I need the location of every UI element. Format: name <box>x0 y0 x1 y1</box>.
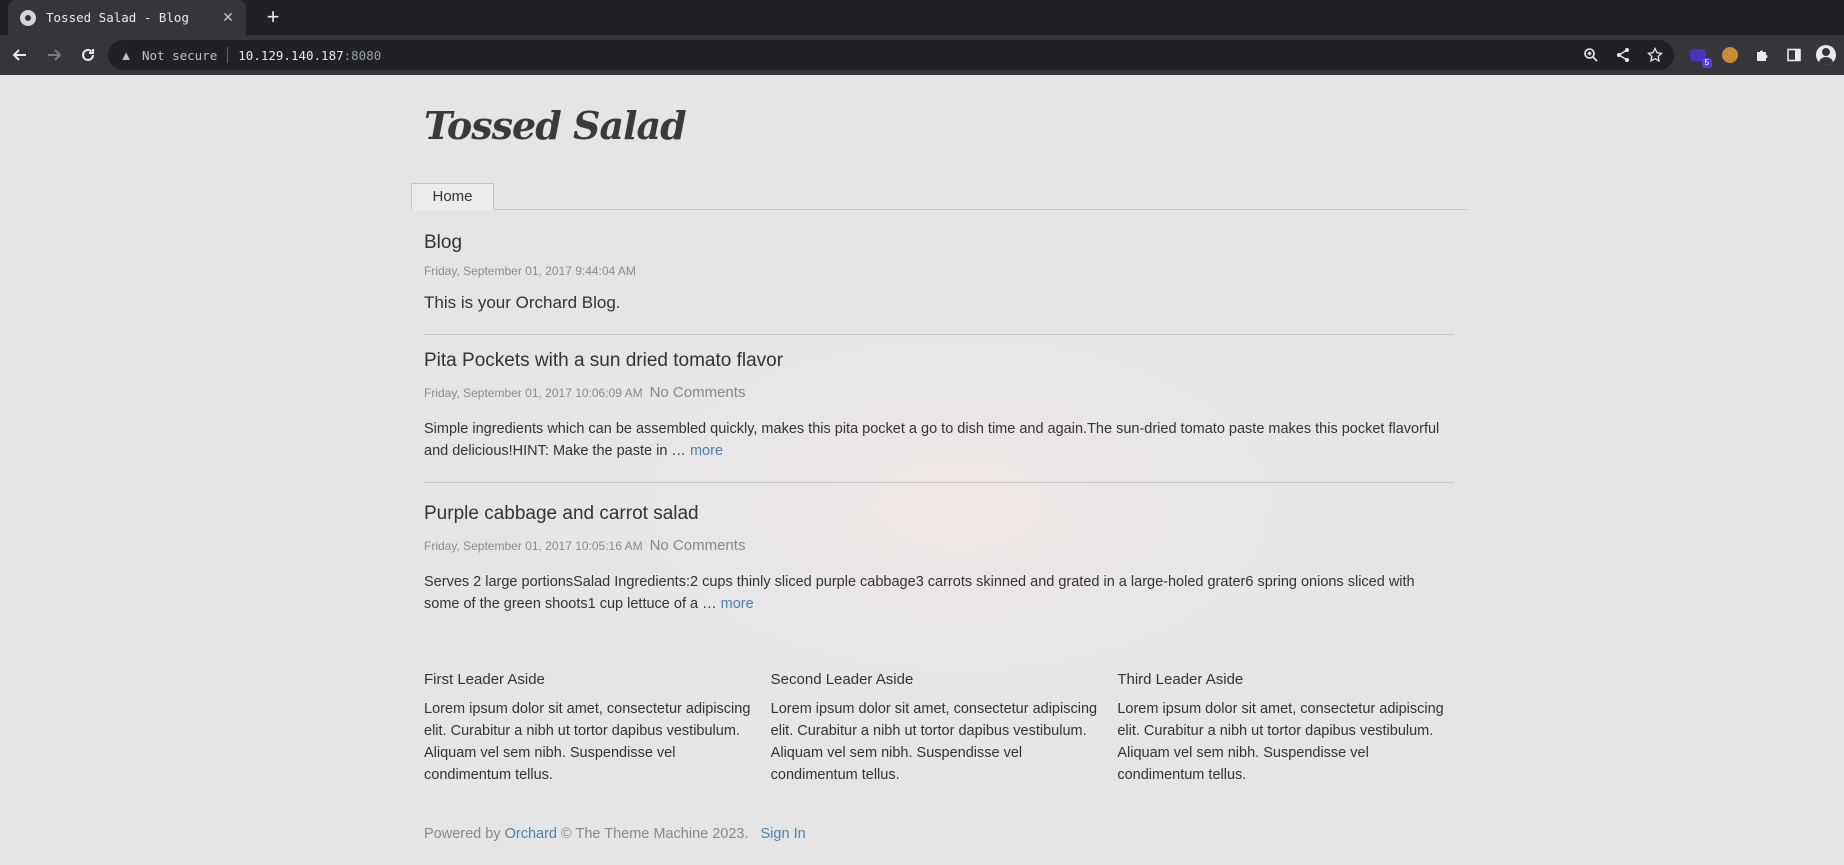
aside-title: Second Leader Aside <box>770 671 914 688</box>
aside-title: First Leader Aside <box>424 671 545 688</box>
aside-body: Lorem ipsum dolor sit amet, consectetur … <box>770 701 1098 783</box>
new-tab-button[interactable]: + <box>259 4 287 32</box>
omnibox-divider <box>227 47 229 63</box>
tab-title: Tossed Salad - Blog <box>46 10 189 25</box>
post-comments: No Comments <box>649 384 746 401</box>
extension-badge: 5 <box>1701 58 1712 68</box>
star-icon[interactable] <box>1646 46 1664 64</box>
leader-asides: First Leader Aside Lorem ipsum dolor sit… <box>424 671 1464 786</box>
post-divider <box>424 482 1454 483</box>
page-viewport: Tossed Salad Home Blog Friday, September… <box>0 75 1844 865</box>
close-tab-icon[interactable]: ✕ <box>220 9 236 26</box>
post-comments: No Comments <box>649 537 746 554</box>
blog-title: Blog <box>424 232 463 253</box>
omnibox-actions <box>1582 40 1664 70</box>
share-icon[interactable] <box>1614 46 1632 64</box>
sign-in-link[interactable]: Sign In <box>761 826 806 842</box>
not-secure-label[interactable]: Not secure <box>142 48 217 63</box>
side-panel-icon[interactable] <box>1784 45 1804 65</box>
post-meta: Friday, September 01, 2017 10:05:16 AM N… <box>424 537 1454 554</box>
arrow-right-icon <box>48 49 62 61</box>
blog-description: This is your Orchard Blog. <box>424 293 621 312</box>
browser-tab-strip: Tossed Salad - Blog ✕ + <box>0 0 1844 35</box>
browser-tab[interactable]: Tossed Salad - Blog ✕ <box>8 0 246 35</box>
reload-icon <box>82 48 94 61</box>
blog-post: Purple cabbage and carrot salad Friday, … <box>424 503 1454 615</box>
post-date: Friday, September 01, 2017 10:05:16 AM <box>424 539 643 553</box>
orchard-link[interactable]: Orchard <box>505 826 557 842</box>
aside-body: Lorem ipsum dolor sit amet, consectetur … <box>424 701 751 783</box>
puzzle-icon[interactable] <box>1752 45 1772 65</box>
browser-toolbar: ▲ Not secure 10.129.140.187 :8080 5 <box>0 35 1844 75</box>
reload-button[interactable] <box>74 41 102 69</box>
cookie-extension-icon[interactable] <box>1720 45 1740 65</box>
post-meta: Friday, September 01, 2017 10:06:09 AM N… <box>424 384 1454 401</box>
footer: Powered by Orchard © The Theme Machine 2… <box>424 826 806 842</box>
extension-purple-icon[interactable]: 5 <box>1688 45 1712 68</box>
address-bar[interactable]: ▲ Not secure 10.129.140.187 :8080 <box>108 40 1674 70</box>
post-summary: Simple ingredients which can be assemble… <box>424 418 1454 462</box>
cookie-shape <box>1722 47 1738 63</box>
aside-first: First Leader Aside Lorem ipsum dolor sit… <box>424 671 771 786</box>
post-title[interactable]: Purple cabbage and carrot salad <box>424 503 1454 525</box>
profile-icon[interactable] <box>1816 45 1836 65</box>
main-menu: Home <box>411 183 1467 210</box>
orchard-favicon-icon <box>20 9 36 26</box>
zoom-icon[interactable] <box>1582 46 1600 64</box>
aside-third: Third Leader Aside Lorem ipsum dolor sit… <box>1117 671 1464 786</box>
more-link[interactable]: more <box>690 443 723 459</box>
url-host[interactable]: 10.129.140.187 <box>238 48 343 63</box>
aside-second: Second Leader Aside Lorem ipsum dolor si… <box>771 671 1118 786</box>
forward-button[interactable] <box>40 41 68 69</box>
arrow-left-icon <box>12 49 26 61</box>
footer-copyright: © The Theme Machine 2023. <box>557 826 749 842</box>
footer-powered-by: Powered by <box>424 826 505 842</box>
menu-item-home[interactable]: Home <box>411 183 494 210</box>
blog-divider <box>424 334 1454 335</box>
site-title[interactable]: Tossed Salad <box>424 103 687 148</box>
more-link[interactable]: more <box>721 596 754 612</box>
post-title[interactable]: Pita Pockets with a sun dried tomato fla… <box>424 350 1454 372</box>
aside-title: Third Leader Aside <box>1117 671 1244 688</box>
warning-icon[interactable]: ▲ <box>118 47 134 63</box>
blog-post: Pita Pockets with a sun dried tomato fla… <box>424 350 1454 483</box>
extensions-area: 5 <box>1688 41 1836 69</box>
blog-date: Friday, September 01, 2017 9:44:04 AM <box>424 264 636 278</box>
back-button[interactable] <box>6 41 34 69</box>
url-port[interactable]: :8080 <box>344 48 382 63</box>
post-summary: Serves 2 large portionsSalad Ingredients… <box>424 571 1454 615</box>
post-summary-text: Serves 2 large portionsSalad Ingredients… <box>424 574 1415 612</box>
blog-content: Blog Friday, September 01, 2017 9:44:04 … <box>424 232 1454 612</box>
post-summary-text: Simple ingredients which can be assemble… <box>424 421 1440 459</box>
aside-body: Lorem ipsum dolor sit amet, consectetur … <box>1117 701 1444 783</box>
post-date: Friday, September 01, 2017 10:06:09 AM <box>424 386 643 400</box>
